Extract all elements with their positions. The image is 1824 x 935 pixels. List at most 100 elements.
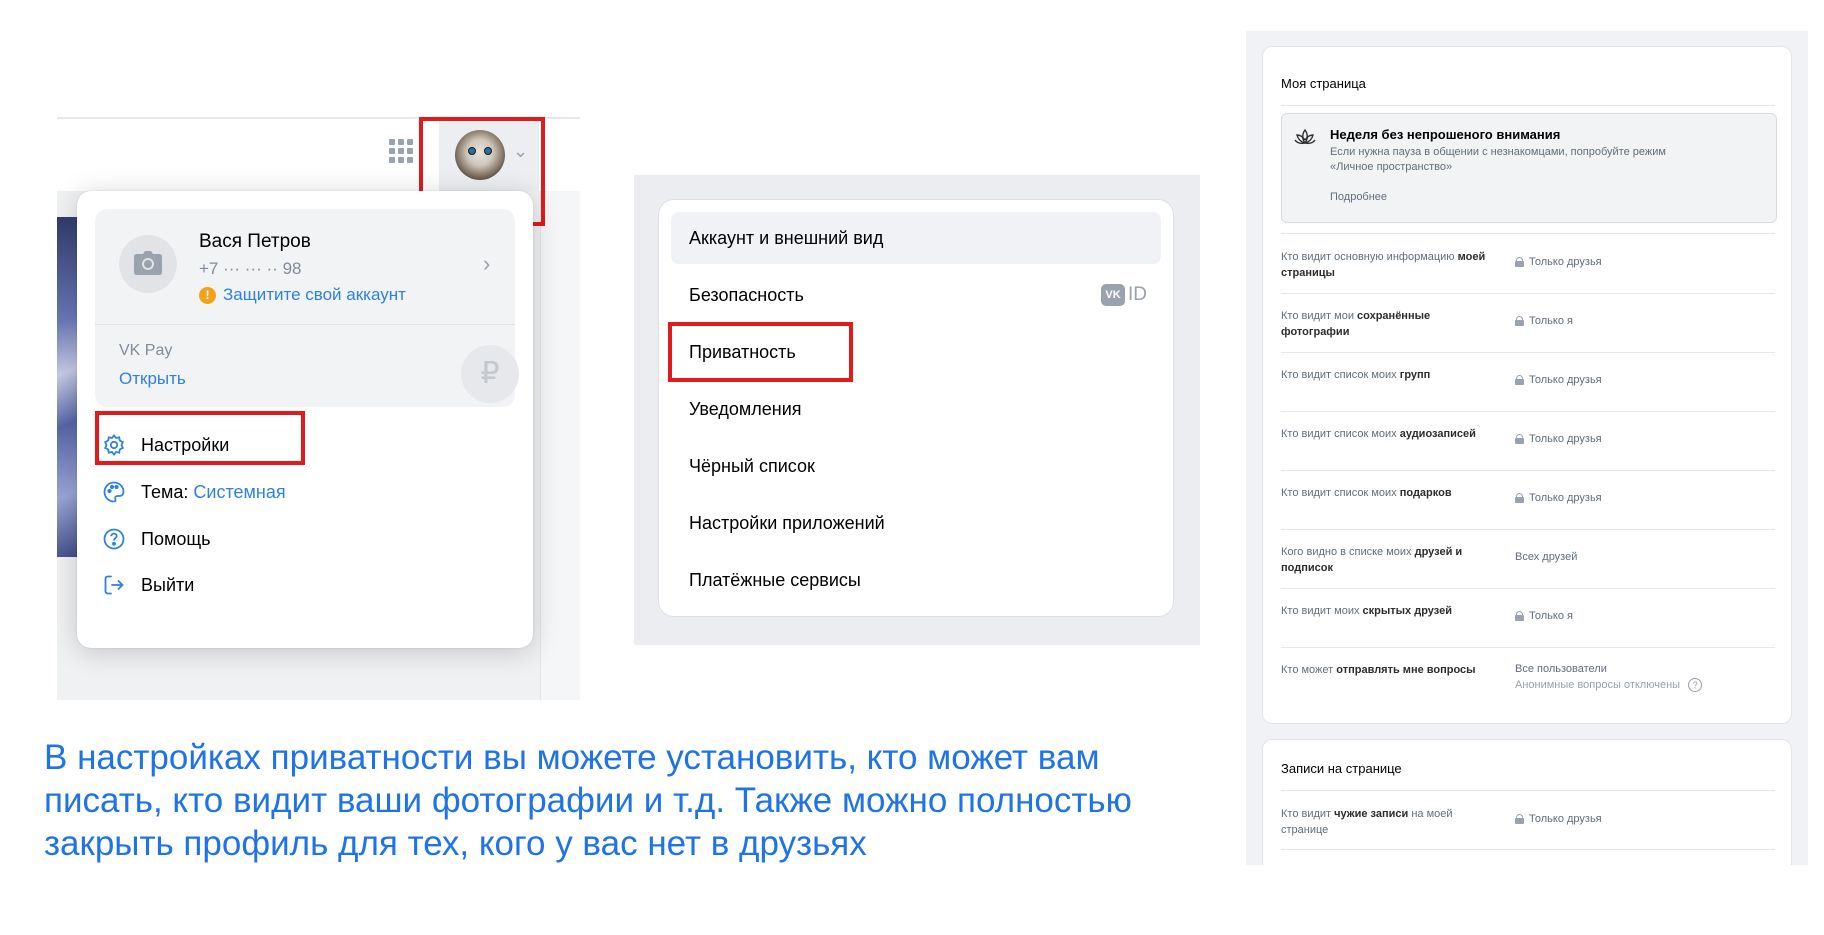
privacy-row-label: Кто видит мои сохранённые фотографии xyxy=(1281,308,1501,340)
privacy-row-label: Кто видит моих скрытых друзей xyxy=(1281,603,1501,619)
personal-space-banner: Неделя без непрошеного внимания Если нуж… xyxy=(1281,113,1777,223)
section-title-wall: Записи на странице xyxy=(1281,761,1402,776)
settings-item-account[interactable]: Аккаунт и внешний вид xyxy=(671,212,1161,264)
lock-icon xyxy=(1515,375,1524,385)
settings-item-security[interactable]: Безопасность VK ID xyxy=(671,269,1161,321)
privacy-row-label-text: Кто может xyxy=(1281,664,1337,676)
privacy-row: Кто видит список моих подарков Только дру… xyxy=(1281,470,1775,530)
privacy-value-text: Только друзья xyxy=(1529,492,1602,504)
lock-icon xyxy=(1515,493,1524,503)
privacy-row: Кого видно в списке моих друзей и подпис… xyxy=(1281,529,1775,589)
profile-card[interactable]: Вася Петров +7 ··· ··· ·· 98 ! Защитите … xyxy=(95,209,519,407)
chevron-right-icon: › xyxy=(483,251,491,276)
ruble-icon: ₽ xyxy=(461,345,519,403)
privacy-row-label-text: Кого видно в списке моих xyxy=(1281,546,1415,558)
settings-item-label: Безопасность xyxy=(689,284,804,305)
privacy-row-label-text: Кто видит список моих xyxy=(1281,369,1400,381)
banner-title: Неделя без непрошеного внимания xyxy=(1330,127,1561,142)
settings-item-payments[interactable]: Платёжные сервисы xyxy=(671,554,1161,606)
privacy-row-label-text: Кто видит мои xyxy=(1281,310,1358,322)
privacy-row: Кто видит чужие записи на моей странице Т… xyxy=(1281,791,1775,851)
settings-item-blacklist[interactable]: Чёрный список xyxy=(671,440,1161,492)
privacy-value-text: Только я xyxy=(1529,610,1573,622)
my-page-privacy-card: Моя страница Неделя без непрошеного вним… xyxy=(1262,46,1792,724)
privacy-value-dropdown[interactable]: Только друзья xyxy=(1515,374,1602,386)
privacy-value-text: Только друзья xyxy=(1529,256,1602,268)
lock-icon xyxy=(1515,434,1524,444)
settings-item-notifications[interactable]: Уведомления xyxy=(671,383,1161,435)
privacy-row: Кто видит моих скрытых друзей Только я xyxy=(1281,588,1775,648)
privacy-row: Кто видит список моих групп Только друзья xyxy=(1281,352,1775,412)
protect-account-link[interactable]: Защитите свой аккаунт xyxy=(223,285,406,305)
privacy-row-label: Кто видит основную информацию моей стран… xyxy=(1281,249,1501,281)
privacy-row-label-emphasis: скрытых друзей xyxy=(1362,605,1452,617)
menu-item-help[interactable]: Помощь xyxy=(101,519,401,559)
wall-privacy-card: Записи на странице Кто видит чужие запис… xyxy=(1262,739,1792,865)
privacy-settings-screenshot: Моя страница Неделя без непрошеного вним… xyxy=(1246,31,1808,865)
lock-icon xyxy=(1515,257,1524,267)
vk-logo-icon: VK xyxy=(1101,284,1125,306)
banner-text: Если нужна пауза в общении с незнакомцам… xyxy=(1330,146,1666,173)
lock-icon xyxy=(1515,814,1524,824)
highlight-box-privacy xyxy=(668,322,853,382)
privacy-value-dropdown[interactable]: Всех друзей xyxy=(1515,551,1577,563)
vkpay-open-link[interactable]: Открыть xyxy=(119,369,186,389)
menu-item-logout[interactable]: Выйти xyxy=(101,565,401,605)
row-divider xyxy=(1281,849,1775,850)
privacy-row-label: Кто может отправлять мне вопросы xyxy=(1281,662,1501,678)
apps-grid-icon[interactable] xyxy=(389,139,419,169)
section-title-my-page: Моя страница xyxy=(1281,76,1366,91)
privacy-value-dropdown[interactable]: Все пользователи Анонимные вопросы отключ… xyxy=(1515,661,1703,693)
menu-theme-label: Тема: xyxy=(141,481,189,502)
highlight-box-settings xyxy=(95,411,305,465)
privacy-row-label-text: Кто видит основную информацию xyxy=(1281,251,1458,263)
settings-item-label: Платёжные сервисы xyxy=(689,569,861,590)
anonymous-questions-note: Анонимные вопросы отключены xyxy=(1515,679,1681,691)
privacy-row-label-text: Кто видит моих xyxy=(1281,605,1363,617)
privacy-row: Кто может отправлять мне вопросы Все поль… xyxy=(1281,647,1775,707)
privacy-value-dropdown[interactable]: Только я xyxy=(1515,315,1573,327)
profile-name: Вася Петров xyxy=(199,231,311,252)
settings-menu-screenshot: Аккаунт и внешний вид Безопасность VK ID… xyxy=(634,175,1200,645)
settings-nav-card: Аккаунт и внешний вид Безопасность VK ID… xyxy=(658,199,1174,617)
section-divider xyxy=(1281,105,1775,106)
banner-more-link[interactable]: Подробнее xyxy=(1330,191,1387,203)
privacy-row: Кто видит основную информацию моей стран… xyxy=(1281,234,1775,294)
privacy-row-label-emphasis: отправлять мне вопросы xyxy=(1336,664,1476,676)
vk-header-dropdown-screenshot: ⌄ Вася Петров +7 ··· ··· ·· 98 ! Защитит… xyxy=(57,117,580,700)
privacy-value-dropdown[interactable]: Только я xyxy=(1515,610,1573,622)
privacy-row-label-emphasis: аудиозаписей xyxy=(1399,428,1476,440)
settings-item-label: Настройки приложений xyxy=(689,512,885,533)
privacy-row-label: Кто видит список моих подарков xyxy=(1281,485,1501,501)
privacy-value-dropdown[interactable]: Только друзья xyxy=(1515,433,1602,445)
warning-icon: ! xyxy=(199,287,216,304)
help-icon xyxy=(101,526,127,552)
privacy-value-text: Только друзья xyxy=(1529,374,1602,386)
settings-item-apps[interactable]: Настройки приложений xyxy=(671,497,1161,549)
profile-phone: +7 ··· ··· ·· 98 xyxy=(199,259,302,278)
privacy-value-dropdown[interactable]: Только друзья xyxy=(1515,256,1602,268)
privacy-row: Кто видит список моих аудиозаписей Только… xyxy=(1281,411,1775,471)
privacy-row-label-text: Кто видит список моих xyxy=(1281,487,1400,499)
menu-item-theme[interactable]: Тема: Системная xyxy=(101,472,401,512)
lotus-icon xyxy=(1292,126,1318,152)
logout-icon xyxy=(101,572,127,598)
privacy-row-label-text: Кто видит список моих xyxy=(1281,428,1400,440)
privacy-row-label-emphasis: чужие записи xyxy=(1334,808,1409,820)
vk-id-label: ID xyxy=(1128,284,1147,305)
settings-item-label: Чёрный список xyxy=(689,455,815,476)
menu-help-label: Помощь xyxy=(141,528,211,549)
vk-id-icon: VK ID xyxy=(1101,284,1147,306)
privacy-value-dropdown[interactable]: Только друзья xyxy=(1515,813,1602,825)
settings-item-label: Аккаунт и внешний вид xyxy=(689,227,884,248)
palette-icon xyxy=(101,479,127,505)
card-divider xyxy=(95,324,515,325)
menu-logout-label: Выйти xyxy=(141,574,195,595)
privacy-value-text: Только друзья xyxy=(1529,433,1602,445)
privacy-row-label-emphasis: подарков xyxy=(1399,487,1452,499)
settings-item-label: Уведомления xyxy=(689,398,802,419)
help-icon[interactable]: ? xyxy=(1688,678,1703,692)
camera-icon[interactable] xyxy=(119,235,177,293)
privacy-value-text: Только друзья xyxy=(1529,813,1602,825)
privacy-value-dropdown[interactable]: Только друзья xyxy=(1515,492,1602,504)
